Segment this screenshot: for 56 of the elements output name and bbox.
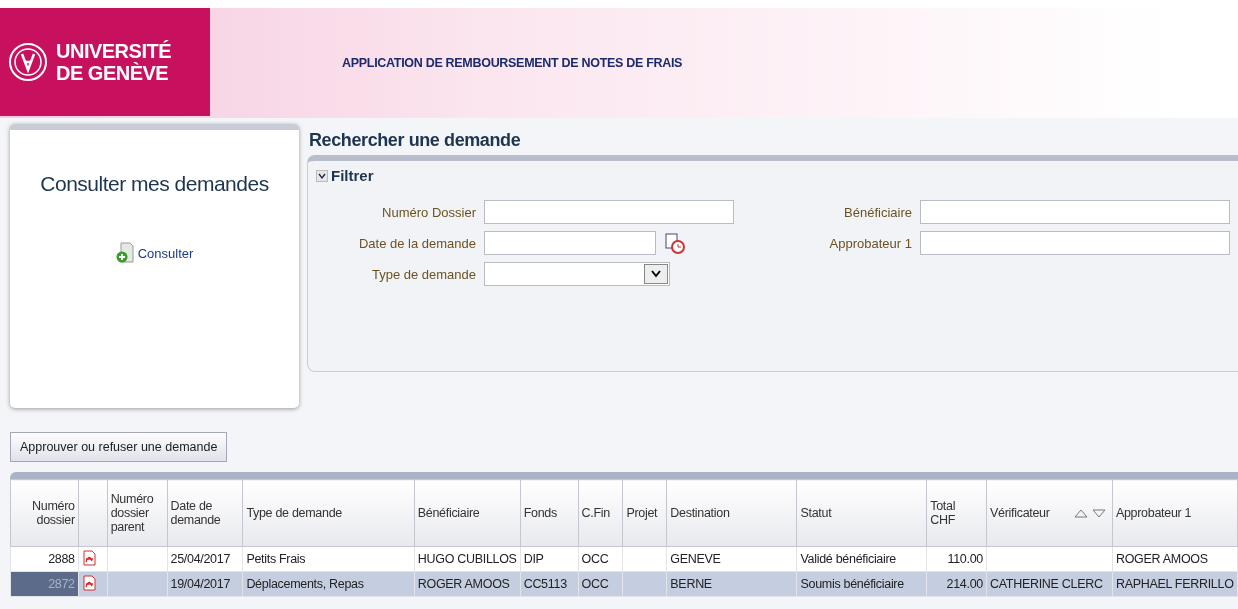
- field-label: Numéro Dossier: [381, 204, 476, 220]
- text-field[interactable]: [920, 200, 1230, 224]
- column-header: Bénéficiaire: [414, 479, 521, 547]
- chevron-icon: [316, 169, 328, 182]
- table-cell: RAPHAEL FERRILLO: [1112, 571, 1238, 597]
- table-cell: DIP: [520, 546, 579, 572]
- table-cell: BERNE: [666, 571, 797, 597]
- table-cell: 110.00: [926, 546, 987, 572]
- column-header: Fonds: [520, 479, 579, 547]
- table-cell: 2872: [10, 571, 79, 597]
- chevron-icon: [651, 270, 661, 278]
- table-cell: ROGER AMOOS: [1112, 546, 1238, 572]
- text-field[interactable]: [484, 200, 734, 224]
- approve-refuse-button[interactable]: Approuver ou refuser une demande: [10, 432, 228, 462]
- pdf-icon[interactable]: [81, 549, 96, 566]
- document-add-icon[interactable]: [115, 242, 134, 264]
- table-cell: HUGO CUBILLOS: [414, 546, 521, 572]
- table-cell: OCC: [578, 546, 623, 572]
- crest-logo-icon: [8, 42, 48, 82]
- date-field[interactable]: [484, 231, 656, 255]
- field-label: Type de demande: [370, 266, 476, 282]
- table-cell: ROGER AMOOS: [414, 571, 521, 597]
- column-header: Type de demande: [242, 479, 415, 547]
- table-cell: Validé bénéficiaire: [797, 546, 927, 572]
- table-cell: [622, 546, 667, 572]
- column-header: Numéro dossier parent: [107, 479, 167, 547]
- field-label: Approbateur 1: [828, 235, 912, 251]
- type-dropdown[interactable]: [484, 262, 670, 286]
- column-header: Destination: [666, 479, 797, 547]
- column-header: Total CHF: [926, 479, 987, 547]
- column-header: Statut: [797, 479, 927, 547]
- card-title: Consulter mes demandes: [40, 172, 269, 196]
- table-cell: CATHERINE CLERC: [986, 571, 1113, 597]
- field-label: Date de la demande: [357, 235, 476, 251]
- column-header: Approbateur 1: [1112, 479, 1238, 547]
- pdf-icon[interactable]: [81, 574, 96, 591]
- table-cell: 2888: [10, 546, 79, 572]
- university-logo: UNIVERSITÉ DE GENÈVE: [0, 8, 210, 116]
- filter-toggle[interactable]: Filtrer: [316, 167, 374, 184]
- table-cell: Petits Frais: [242, 546, 415, 572]
- section-title: Rechercher une demande: [309, 130, 522, 151]
- table-cell: Déplacements, Repas: [242, 571, 415, 597]
- table-cell: GENEVE: [666, 546, 797, 572]
- column-header[interactable]: Vérificateur: [986, 479, 1113, 547]
- app-title: APPLICATION DE REMBOURSEMENT DE NOTES DE FRAIS: [342, 56, 683, 70]
- column-header: Projet: [622, 479, 667, 547]
- consult-link[interactable]: Consulter: [137, 245, 194, 261]
- calendar-clock-icon[interactable]: [664, 232, 686, 254]
- sort-icon[interactable]: [1072, 508, 1109, 518]
- text-field[interactable]: [920, 231, 1230, 255]
- column-header: C.Fin: [578, 479, 623, 547]
- table-cell: Soumis bénéficiaire: [797, 571, 927, 597]
- table-cell: 25/04/2017: [167, 546, 243, 572]
- column-header: Date de demande: [167, 479, 243, 547]
- field-label: Bénéficiaire: [843, 204, 912, 220]
- column-header: Numéro dossier: [10, 479, 79, 547]
